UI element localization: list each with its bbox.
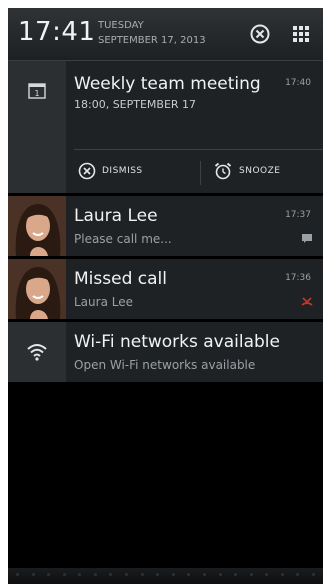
meeting-title: Weekly team meeting (74, 74, 261, 94)
alarm-clock-icon (214, 162, 232, 180)
clock-time: 17:41 (18, 17, 96, 47)
meeting-notification[interactable]: 1 Weekly team meeting 18:00, SEPTEMBER 1… (8, 61, 323, 193)
missed-call-title: Missed call (74, 269, 167, 289)
wifi-subtitle: Open Wi-Fi networks available (74, 358, 256, 372)
meeting-subtitle: 18:00, SEPTEMBER 17 (74, 98, 197, 111)
meeting-icon-column: 1 (8, 61, 66, 193)
wifi-icon (27, 344, 47, 361)
day-of-week: TUESDAY (98, 20, 144, 31)
handle-grip (8, 573, 323, 577)
dismiss-button[interactable]: DISMISS (78, 149, 143, 193)
meeting-time: 17:40 (285, 78, 311, 88)
svg-text:1: 1 (34, 89, 39, 98)
missed-call-icon (301, 297, 313, 306)
avatar (8, 259, 66, 319)
message-sender: Laura Lee (74, 206, 158, 226)
status-header: 17:41 TUESDAY SEPTEMBER 17, 2013 (8, 8, 323, 61)
snooze-button[interactable]: SNOOZE (213, 149, 280, 193)
avatar (8, 196, 66, 256)
button-separator (200, 161, 201, 185)
missed-call-caller: Laura Lee (74, 295, 133, 309)
snooze-label: SNOOZE (239, 166, 281, 176)
message-time: 17:37 (285, 210, 311, 220)
wifi-icon-column (8, 322, 66, 382)
calendar-icon: 1 (28, 83, 46, 99)
contact-photo (8, 196, 66, 256)
message-preview: Please call me... (74, 232, 172, 246)
missed-call-notification[interactable]: Missed call Laura Lee 17:36 (8, 259, 323, 319)
contact-photo (8, 259, 66, 319)
quick-settings-grid-icon[interactable] (291, 24, 311, 44)
notification-shade: 17:41 TUESDAY SEPTEMBER 17, 2013 1 Weekl… (8, 8, 323, 584)
message-icon (302, 234, 312, 243)
dismiss-icon (78, 162, 96, 180)
wifi-title: Wi-Fi networks available (74, 332, 280, 352)
wifi-notification[interactable]: Wi-Fi networks available Open Wi-Fi netw… (8, 322, 323, 382)
message-notification[interactable]: Laura Lee Please call me... 17:37 (8, 196, 323, 256)
clear-all-icon[interactable] (249, 23, 271, 45)
date: SEPTEMBER 17, 2013 (98, 35, 206, 46)
dismiss-label: DISMISS (102, 166, 143, 176)
missed-call-time: 17:36 (285, 273, 311, 283)
